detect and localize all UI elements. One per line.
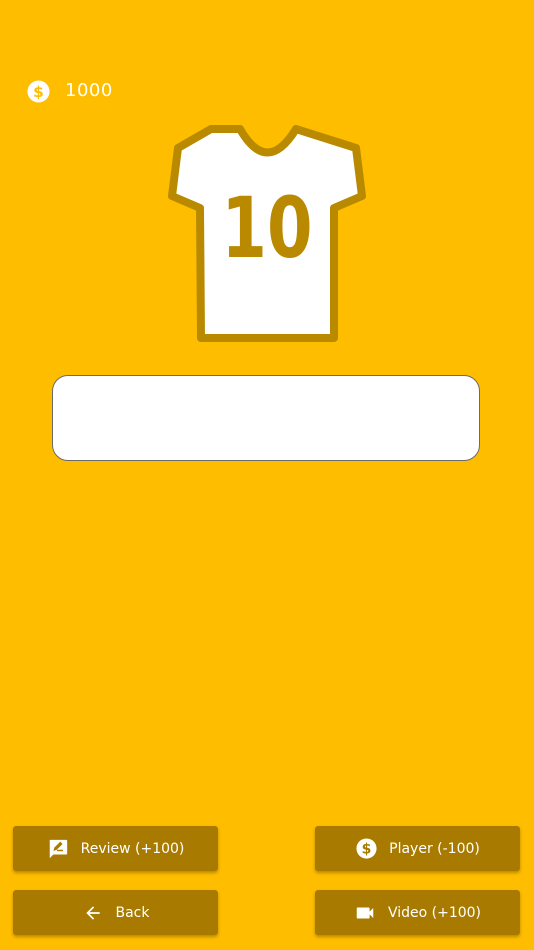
review-button[interactable]: Review (+100) — [13, 826, 218, 871]
jersey-icon: 10 — [168, 124, 366, 342]
coin-count: 1000 — [65, 80, 113, 101]
back-button[interactable]: Back — [13, 890, 218, 935]
dollar-coin-icon: $ — [355, 838, 377, 860]
rate-review-icon — [47, 838, 69, 860]
coin-balance: $ 1000 — [27, 79, 113, 103]
back-button-label: Back — [115, 904, 150, 921]
video-button[interactable]: Video (+100) — [315, 890, 520, 935]
svg-text:$: $ — [361, 841, 371, 857]
answer-box[interactable] — [52, 375, 480, 461]
arrow-back-icon — [82, 902, 104, 924]
answer-input[interactable] — [53, 376, 479, 460]
dollar-coin-icon: $ — [27, 79, 50, 103]
review-button-label: Review (+100) — [80, 840, 185, 857]
video-button-label: Video (+100) — [387, 904, 482, 921]
jersey-number: 10 — [221, 179, 312, 277]
player-button[interactable]: $ Player (-100) — [315, 826, 520, 871]
svg-text:$: $ — [33, 82, 44, 100]
player-button-label: Player (-100) — [389, 840, 480, 857]
videocam-icon — [354, 902, 376, 924]
